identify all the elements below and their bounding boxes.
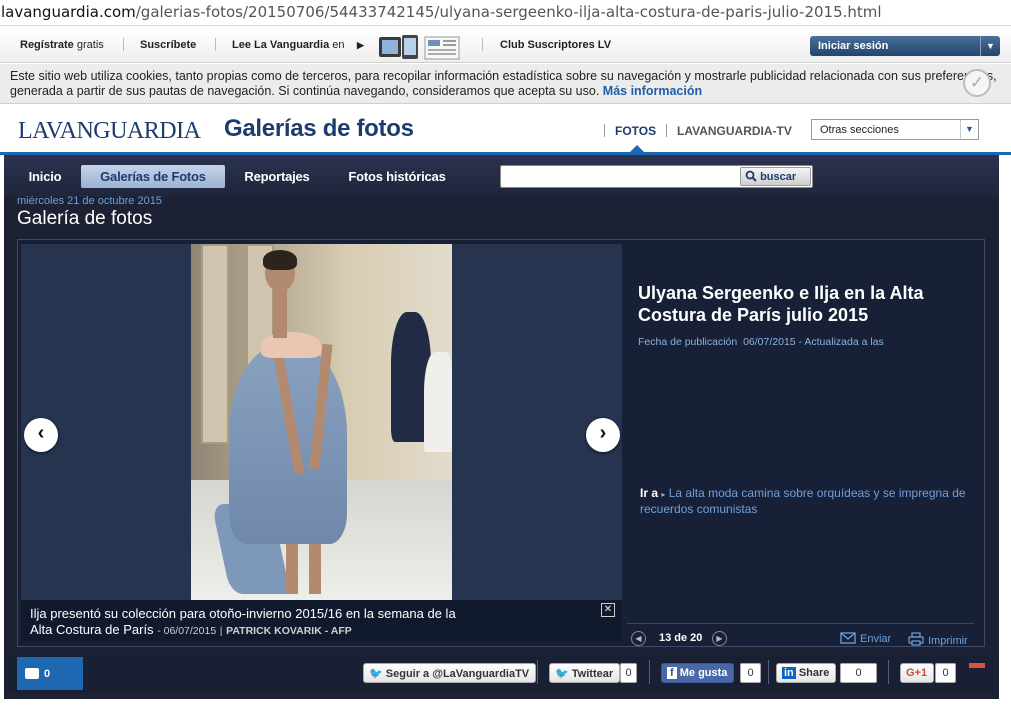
- twitter-bird-icon: 🐦: [555, 668, 569, 680]
- caption-line2: Alta Costura de París: [30, 622, 154, 637]
- photo-model-hair: [263, 250, 297, 270]
- pager-counter: 13 de 20: [659, 632, 703, 644]
- red-flag-icon: [969, 663, 985, 668]
- other-sections-label: Otras secciones: [820, 124, 899, 136]
- caption-credit: PATRICK KOVARIK - AFP: [226, 625, 352, 637]
- divider: [888, 660, 889, 684]
- printer-icon: [908, 632, 924, 646]
- next-photo-button[interactable]: ›: [586, 418, 620, 452]
- page-bottom: [0, 699, 1011, 726]
- linkedin-icon: in: [782, 667, 796, 679]
- search-button[interactable]: buscar: [740, 167, 811, 186]
- nav-item-inicio[interactable]: Inicio: [20, 165, 70, 188]
- current-date: miércoles 21 de octubre 2015: [17, 195, 162, 207]
- tweet-count: 0: [620, 663, 637, 683]
- url-domain: lavanguardia.com: [1, 3, 136, 21]
- facebook-like-button[interactable]: f Me gusta: [661, 663, 735, 683]
- divider: [215, 38, 216, 51]
- browser-url-bar[interactable]: lavanguardia.com/galerias-fotos/20150706…: [0, 0, 1011, 26]
- facebook-like-label: Me gusta: [679, 667, 728, 679]
- close-icon[interactable]: ✕: [601, 603, 615, 617]
- gplus-count: 0: [935, 663, 956, 683]
- related-gallery: Ir a ▸ La alta moda camina sobre orquíde…: [640, 486, 980, 517]
- follow-twitter-button[interactable]: 🐦 Seguir a @LaVanguardiaTV: [363, 663, 537, 683]
- caption-line1: Ilja presentó su colección para otoño-in…: [30, 606, 456, 621]
- page-title: Galería de fotos: [17, 208, 153, 229]
- linkedin-share-button[interactable]: in Share: [776, 663, 837, 683]
- goto-label: Ir a: [640, 486, 659, 500]
- facebook-like-count: 0: [740, 663, 761, 683]
- follow-label: Seguir a @LaVanguardiaTV: [385, 668, 530, 680]
- divider: [604, 124, 605, 137]
- gallery-photo[interactable]: [191, 244, 452, 600]
- facebook-icon: f: [667, 667, 677, 679]
- pager-next-icon[interactable]: ▶: [712, 631, 727, 646]
- divider: [627, 623, 974, 624]
- nav-item-reportajes[interactable]: Reportajes: [236, 165, 318, 188]
- photo-model-neck: [273, 290, 287, 338]
- publication-date: Fecha de publicación 06/07/2015 - Actual…: [638, 336, 884, 348]
- pager-prev-icon[interactable]: ◀: [631, 631, 646, 646]
- cookie-banner: Este sitio web utiliza cookies, tanto pr…: [0, 64, 1011, 104]
- search-icon: [745, 170, 757, 182]
- twitter-bird-icon: 🐦: [369, 668, 383, 680]
- read-lv-link[interactable]: Lee La Vanguardia en: [232, 39, 345, 51]
- caption-separator: |: [219, 625, 223, 637]
- linkedin-count: 0: [840, 663, 877, 683]
- photo-bodice: [261, 332, 321, 358]
- caret-right-icon: ▸: [661, 490, 666, 499]
- divider: [537, 660, 538, 684]
- chevron-down-icon: ▼: [980, 36, 1000, 56]
- print-label: Imprimir: [928, 635, 968, 647]
- related-gallery-link[interactable]: La alta moda camina sobre orquídeas y se…: [640, 486, 966, 516]
- gallery-headline: Ulyana Sergeenko e Ilja en la Alta Costu…: [638, 283, 924, 325]
- envelope-icon: [840, 632, 856, 644]
- divider: [123, 38, 124, 51]
- send-button[interactable]: Enviar: [840, 632, 891, 645]
- devices-icon[interactable]: [378, 34, 420, 60]
- divider: [666, 124, 667, 137]
- search-button-label: buscar: [760, 171, 797, 183]
- nav-item-fotos-historicas[interactable]: Fotos históricas: [338, 165, 456, 188]
- site-logo[interactable]: LAVANGUARDIA: [18, 118, 201, 145]
- nav-tv-link[interactable]: LAVANGUARDIA-TV: [677, 124, 792, 138]
- divider: [649, 660, 650, 684]
- caption-date: - 06/07/2015: [157, 625, 217, 637]
- subscribe-link[interactable]: Suscríbete: [140, 39, 196, 51]
- comment-icon: [25, 668, 39, 679]
- nav-item-galerias[interactable]: Galerías de Fotos: [81, 165, 225, 188]
- publication-label: Fecha de publicación: [638, 336, 738, 348]
- chevron-down-icon: ▼: [960, 120, 978, 139]
- prev-photo-button[interactable]: ‹: [24, 418, 58, 452]
- linkedin-share-label: Share: [798, 667, 830, 679]
- tweet-label: Twittear: [571, 668, 614, 680]
- gplus-button[interactable]: G+1: [900, 663, 935, 683]
- login-button[interactable]: Iniciar sesión ▼: [810, 36, 1000, 56]
- other-sections-select[interactable]: Otras secciones ▼: [811, 119, 979, 140]
- login-label: Iniciar sesión: [818, 40, 889, 52]
- cookie-text: Este sitio web utiliza cookies, tanto pr…: [10, 69, 997, 98]
- register-link[interactable]: Regístrate gratis: [20, 39, 104, 51]
- url-path: /galerias-fotos/20150706/54433742145/uly…: [135, 3, 882, 21]
- comments-button[interactable]: 0: [17, 657, 83, 690]
- nav-fotos-link[interactable]: FOTOS: [615, 124, 656, 138]
- comments-count: 0: [44, 668, 51, 680]
- section-title: Galerías de fotos: [224, 115, 414, 142]
- tweet-button[interactable]: 🐦 Twittear: [549, 663, 621, 683]
- photo-bg-window: [201, 244, 229, 444]
- divider: [482, 38, 483, 51]
- play-icon: ▶: [357, 40, 364, 50]
- more-info-link[interactable]: Más información: [603, 84, 702, 98]
- print-button[interactable]: Imprimir: [908, 632, 968, 647]
- photo-caption: Ilja presentó su colección para otoño-in…: [21, 600, 622, 641]
- publication-value: 06/07/2015 - Actualizada a las: [743, 336, 884, 348]
- send-label: Enviar: [860, 633, 892, 645]
- club-link[interactable]: Club Suscriptores LV: [500, 39, 611, 51]
- cookie-accept-check-icon[interactable]: ✓: [963, 69, 991, 97]
- newspaper-icon[interactable]: [424, 36, 460, 60]
- divider: [768, 660, 769, 684]
- photo-bg-statue: [424, 352, 452, 452]
